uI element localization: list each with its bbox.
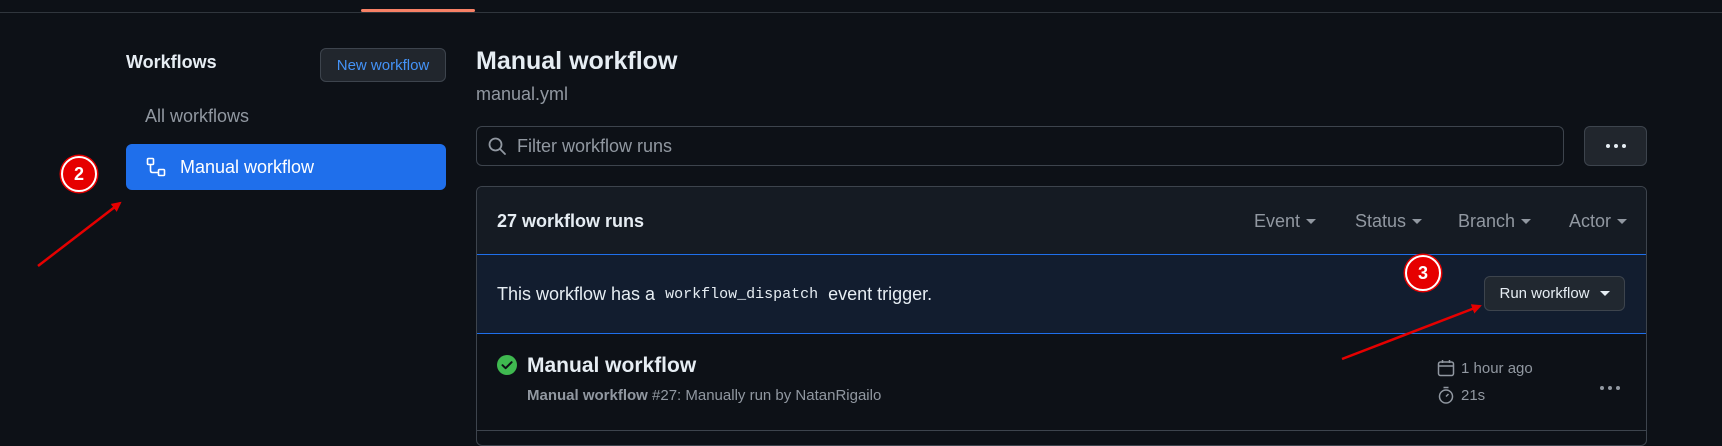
chevron-down-icon bbox=[1521, 219, 1532, 224]
annotation-badge-2: 2 bbox=[61, 156, 97, 192]
search-icon bbox=[488, 137, 506, 155]
dispatch-message: This workflow has a workflow_dispatch ev… bbox=[497, 284, 932, 305]
dispatch-prefix: This workflow has a bbox=[497, 284, 656, 304]
workflow-filename[interactable]: manual.yml bbox=[476, 84, 568, 105]
filter-box[interactable] bbox=[476, 126, 1564, 166]
actor-filter-label: Actor bbox=[1569, 211, 1612, 231]
sidebar-item-all-workflows[interactable]: All workflows bbox=[145, 106, 249, 127]
kebab-horizontal-icon bbox=[1600, 386, 1620, 390]
run-detail: #27: Manually run by NatanRigailo bbox=[652, 387, 882, 404]
chevron-down-icon bbox=[1617, 219, 1628, 224]
runs-count: 27 workflow runs bbox=[497, 211, 645, 231]
filter-runs-input[interactable] bbox=[515, 134, 1519, 158]
status-filter-label: Status bbox=[1355, 211, 1407, 231]
calendar-icon bbox=[1437, 360, 1455, 377]
branch-filter-dropdown[interactable]: Branch bbox=[1458, 211, 1532, 232]
workflow-icon bbox=[146, 157, 166, 177]
chevron-down-icon bbox=[1412, 219, 1423, 224]
run-workflow-button[interactable]: Run workflow bbox=[1484, 276, 1625, 311]
run-duration-text: 21s bbox=[1461, 386, 1486, 404]
page-title: Manual workflow bbox=[476, 47, 678, 75]
run-time: 1 hour ago bbox=[1437, 359, 1533, 377]
dispatch-banner: This workflow has a workflow_dispatch ev… bbox=[477, 255, 1646, 334]
run-duration: 21s bbox=[1437, 386, 1485, 404]
chevron-down-icon bbox=[1306, 219, 1317, 224]
status-filter-dropdown[interactable]: Status bbox=[1355, 211, 1423, 232]
success-check-icon bbox=[497, 355, 517, 375]
arrow-to-manual-workflow bbox=[37, 201, 122, 267]
workflow-runs-panel: 27 workflow runs Event Status Branch Act… bbox=[476, 186, 1647, 446]
more-options-button[interactable] bbox=[1584, 126, 1647, 166]
actor-filter-dropdown[interactable]: Actor bbox=[1569, 211, 1628, 232]
run-subtitle: Manual workflow #27: Manually run by Nat… bbox=[527, 387, 881, 404]
kebab-horizontal-icon bbox=[1605, 144, 1626, 148]
event-filter-label: Event bbox=[1254, 211, 1301, 231]
run-workflow-name: Manual workflow bbox=[527, 387, 648, 404]
table-row[interactable]: Manual workflow Manual workflow #27: Man… bbox=[477, 334, 1646, 431]
run-time-text: 1 hour ago bbox=[1461, 359, 1533, 377]
run-options-button[interactable] bbox=[1599, 378, 1621, 396]
new-workflow-button[interactable]: New workflow bbox=[320, 48, 446, 82]
run-workflow-label: Run workflow bbox=[1499, 285, 1590, 302]
sidebar-item-label: Manual workflow bbox=[180, 156, 315, 177]
dispatch-code: workflow_dispatch bbox=[665, 286, 819, 303]
stopwatch-icon bbox=[1438, 386, 1454, 404]
active-tab-underline bbox=[361, 9, 475, 12]
run-title[interactable]: Manual workflow bbox=[527, 354, 696, 378]
sidebar-title: Workflows bbox=[126, 52, 217, 72]
event-filter-dropdown[interactable]: Event bbox=[1254, 211, 1317, 232]
runs-header: 27 workflow runs Event Status Branch Act… bbox=[477, 187, 1646, 255]
top-divider bbox=[0, 12, 1722, 13]
chevron-down-icon bbox=[1599, 291, 1610, 296]
annotation-badge-3: 3 bbox=[1405, 255, 1441, 291]
branch-filter-label: Branch bbox=[1458, 211, 1516, 231]
sidebar-item-manual-workflow[interactable]: Manual workflow bbox=[126, 144, 446, 190]
dispatch-suffix: event trigger. bbox=[828, 284, 933, 304]
